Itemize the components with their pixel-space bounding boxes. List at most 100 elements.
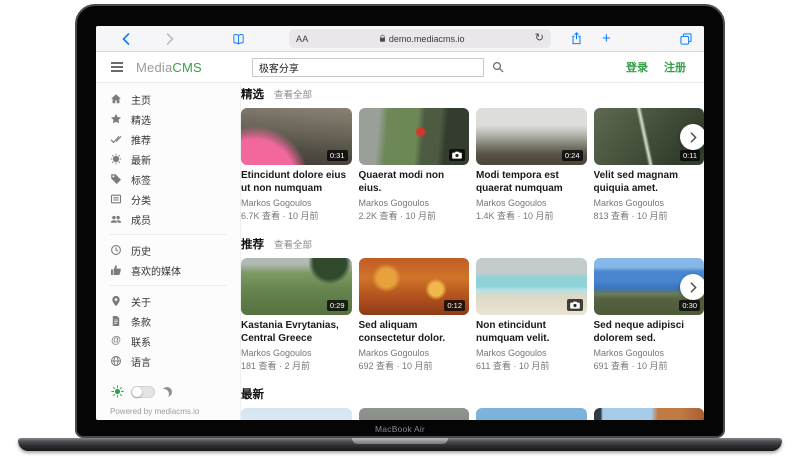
logo-cms-text: CMS (172, 60, 202, 75)
search-button[interactable] (492, 61, 504, 73)
carousel-next-button[interactable] (680, 274, 704, 300)
theme-toggle-row (110, 385, 240, 398)
video-card[interactable]: 0:29 Kastania Evrytanias, Central Greece… (241, 258, 352, 372)
sidebar-item-liked-media[interactable]: 喜欢的媒体 (110, 260, 240, 280)
text-size-button[interactable]: AA (296, 34, 309, 44)
video-author[interactable]: Markos Gogoulos (594, 198, 705, 208)
reading-list-button[interactable] (232, 33, 245, 45)
new-tab-button[interactable]: + (602, 31, 611, 46)
sidebar-item-about[interactable]: 关于 (110, 291, 240, 311)
tabs-icon (680, 33, 692, 45)
video-author[interactable]: Markos Gogoulos (359, 348, 470, 358)
at-icon: @ (110, 335, 122, 347)
video-title[interactable]: Sed neque adipisci dolorem sed. (594, 320, 705, 345)
video-author[interactable]: Markos Gogoulos (476, 348, 587, 358)
sidebar-item-history[interactable]: 历史 (110, 240, 240, 260)
menu-button[interactable] (110, 61, 124, 73)
sidebar-item-members[interactable]: 成员 (110, 209, 240, 229)
tab-overview-button[interactable] (680, 33, 692, 45)
section-title[interactable]: 精选 (241, 86, 264, 102)
video-thumbnail[interactable]: 0:24 (476, 108, 587, 165)
register-link[interactable]: 注册 (664, 59, 686, 75)
sidebar-item-featured[interactable]: 精选 (110, 109, 240, 129)
video-thumbnail[interactable] (476, 408, 587, 420)
section-header: 最新 (241, 386, 704, 402)
section-title[interactable]: 最新 (241, 386, 264, 402)
chevron-right-icon (690, 282, 697, 293)
sidebar-item-label: 标签 (131, 172, 151, 187)
media-section: 精选 查看全部 0:31 Etincidunt dolore eius ut n… (241, 86, 704, 222)
duration-badge: 0:31 (327, 150, 348, 161)
moon-icon (162, 387, 172, 397)
sidebar-item-home[interactable]: 主页 (110, 89, 240, 109)
main-content: 精选 查看全部 0:31 Etincidunt dolore eius ut n… (241, 83, 704, 420)
search-area (252, 58, 504, 77)
sidebar-item-tags[interactable]: 标签 (110, 169, 240, 189)
video-thumbnail[interactable] (594, 408, 705, 420)
sidebar-item-label: 分类 (131, 192, 151, 207)
video-card[interactable] (594, 408, 705, 420)
duration-badge: 0:29 (327, 300, 348, 311)
sidebar-item-categories[interactable]: 分类 (110, 189, 240, 209)
sidebar-divider (110, 234, 226, 235)
section-title[interactable]: 推荐 (241, 236, 264, 252)
forward-button[interactable] (166, 33, 174, 45)
video-title[interactable]: Quaerat modi non eius. (359, 170, 470, 195)
home-icon (110, 93, 122, 105)
video-thumbnail[interactable]: 0:29 (241, 258, 352, 315)
video-card[interactable] (476, 408, 587, 420)
view-all-link[interactable]: 查看全部 (274, 237, 312, 251)
sidebar-item-label: 联系 (131, 334, 151, 349)
address-bar[interactable]: AA demo.mediacms.io ↻ (289, 29, 551, 48)
video-title[interactable]: Kastania Evrytanias, Central Greece (241, 320, 352, 345)
video-author[interactable]: Markos Gogoulos (594, 348, 705, 358)
back-button[interactable] (122, 33, 130, 45)
sections: 精选 查看全部 0:31 Etincidunt dolore eius ut n… (241, 86, 704, 420)
video-thumbnail[interactable] (241, 408, 352, 420)
video-card[interactable] (241, 408, 352, 420)
video-card[interactable]: 0:31 Etincidunt dolore eius ut non numqu… (241, 108, 352, 222)
video-author[interactable]: Markos Gogoulos (241, 198, 352, 208)
category-icon (110, 193, 122, 205)
sidebar-item-recommended[interactable]: 推荐 (110, 129, 240, 149)
video-card[interactable]: 0:24 Modi tempora est quaerat numquam Ma… (476, 108, 587, 222)
search-input[interactable] (252, 58, 484, 77)
video-title[interactable]: Non etincidunt numquam velit. (476, 320, 587, 345)
video-card[interactable]: Quaerat modi non eius. Markos Gogoulos 2… (359, 108, 470, 222)
video-card[interactable]: Non etincidunt numquam velit. Markos Gog… (476, 258, 587, 372)
sidebar-item-terms[interactable]: 条款 (110, 311, 240, 331)
cards-row: 0:29 Kastania Evrytanias, Central Greece… (241, 258, 704, 372)
video-title[interactable]: Sed aliquam consectetur dolor. (359, 320, 470, 345)
video-title[interactable]: Modi tempora est quaerat numquam (476, 170, 587, 195)
video-card[interactable] (359, 408, 470, 420)
video-card[interactable]: 0:12 Sed aliquam consectetur dolor. Mark… (359, 258, 470, 372)
video-meta: 691 查看 · 10 月前 (594, 359, 705, 372)
media-section: 最新 (241, 386, 704, 420)
members-icon (110, 213, 122, 225)
video-meta: 692 查看 · 10 月前 (359, 359, 470, 372)
video-author[interactable]: Markos Gogoulos (359, 198, 470, 208)
sidebar-item-contact[interactable]: @ 联系 (110, 331, 240, 351)
login-link[interactable]: 登录 (626, 59, 648, 75)
view-all-link[interactable]: 查看全部 (274, 87, 312, 101)
video-thumbnail[interactable] (476, 258, 587, 315)
theme-toggle[interactable] (131, 386, 155, 398)
video-thumbnail[interactable] (359, 108, 470, 165)
site-logo[interactable]: MediaCMS (136, 60, 202, 75)
share-button[interactable] (571, 32, 582, 45)
tag-icon (110, 173, 122, 185)
reload-icon[interactable]: ↻ (535, 33, 544, 44)
sidebar-item-latest[interactable]: 最新 (110, 149, 240, 169)
carousel-next-button[interactable] (680, 124, 704, 150)
sidebar-item-language[interactable]: 语言 (110, 351, 240, 371)
video-title[interactable]: Velit sed magnam quiquia amet. (594, 170, 705, 195)
video-author[interactable]: Markos Gogoulos (241, 348, 352, 358)
video-author[interactable]: Markos Gogoulos (476, 198, 587, 208)
hamburger-icon (110, 61, 124, 73)
camera-icon (567, 299, 583, 311)
video-thumbnail[interactable]: 0:12 (359, 258, 470, 315)
sidebar-item-label: 推荐 (131, 132, 151, 147)
video-thumbnail[interactable]: 0:31 (241, 108, 352, 165)
video-title[interactable]: Etincidunt dolore eius ut non numquam do… (241, 170, 352, 195)
video-thumbnail[interactable] (359, 408, 470, 420)
